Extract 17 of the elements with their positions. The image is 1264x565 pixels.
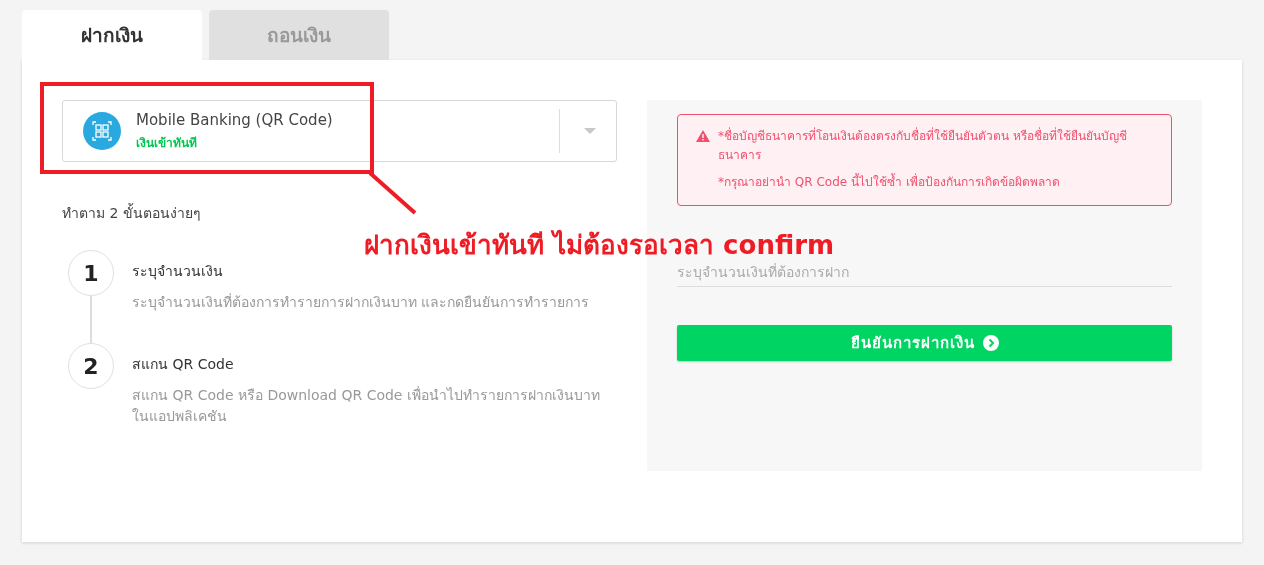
step-description: ระบุจำนวนเงินที่ต้องการทำรายการฝากเงินบาท และกดยืนยันการทำรายการ — [132, 292, 591, 313]
step-title: สแกน QR Code — [132, 355, 235, 374]
chevron-right-icon — [982, 334, 999, 351]
step-description: สแกน QR Code หรือ Download QR Code เพื่อนำไปทำรายการฝากเงินบาทในแอปพลิเคชัน — [132, 385, 601, 426]
warning-text: *ชื่อบัญชีธนาคารที่โอนเงินต้องตรงกับชื่อที่ใช้ยืนยันตัวตน หรือชื่อที่ใช้ยืนยันบัญชีธนาคาร — [718, 127, 1128, 165]
warning-icon — [696, 130, 710, 142]
amount-field[interactable]: ระบุจำนวนเงินที่ต้องการฝาก — [677, 257, 1172, 287]
payment-method-dropdown[interactable]: Mobile Banking (QR Code) เงินเข้าทันที — [62, 100, 617, 162]
warning-text: *กรุณาอย่านำ QR Code นี้ไปใช้ซ้ำ เพื่อป้องกันการเกิดข้อผิดพลาด — [718, 173, 1061, 192]
caret-icon — [584, 128, 596, 134]
tab[interactable]: ฝากเงิน — [22, 10, 202, 60]
payment-method-name: Mobile Banking (QR Code) — [136, 110, 334, 129]
leader-line — [368, 171, 418, 216]
payment-method-note: เงินเข้าทันที — [136, 134, 197, 152]
steps-title: ทำตาม 2 ขั้นตอนง่ายๆ — [62, 202, 202, 223]
qr-code-icon — [83, 112, 121, 150]
step-title: ระบุจำนวนเงิน — [132, 262, 224, 282]
